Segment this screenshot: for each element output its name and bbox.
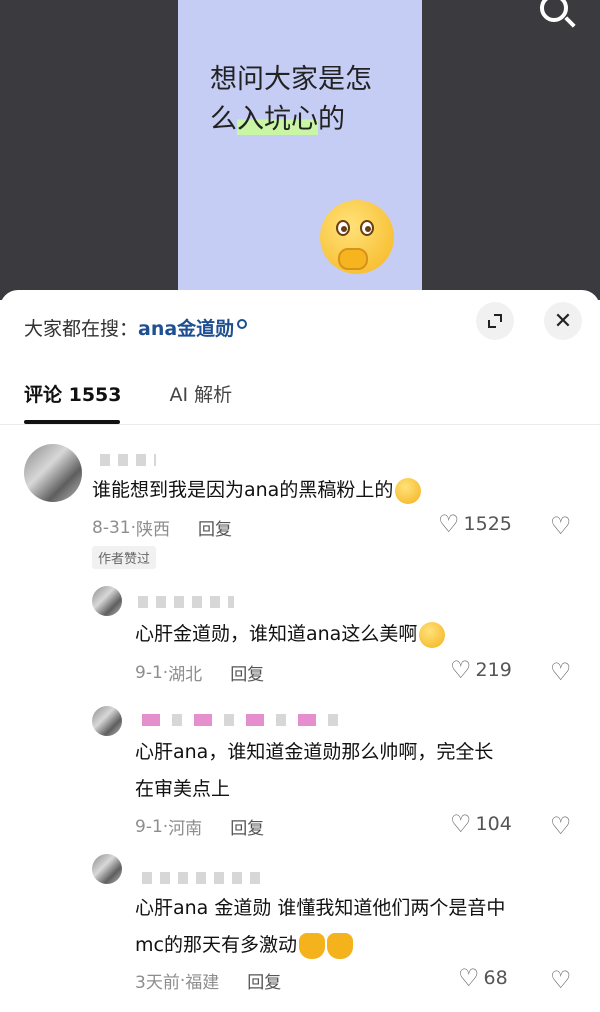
search-icon[interactable] — [540, 0, 568, 22]
pointing-hand-emoji-icon — [326, 932, 353, 959]
comment-text: 心肝金道勋，谁知道ana这么美啊 — [135, 616, 446, 653]
close-button[interactable]: ✕ — [544, 302, 582, 340]
like-button[interactable]: ♡ 104 — [450, 812, 512, 836]
reply-button[interactable]: 回复 — [198, 515, 232, 540]
author-liked-badge: 作者赞过 — [92, 546, 157, 569]
comment-meta: 9-1 · 湖北 回复 — [135, 660, 264, 686]
drooling-face-emoji-icon — [419, 621, 446, 648]
avatar[interactable] — [24, 444, 82, 502]
comment-meta: 3天前 · 福建 回复 — [135, 968, 281, 994]
heart-icon: ♡ — [458, 964, 480, 992]
dislike-icon[interactable]: ♡ — [550, 968, 572, 992]
expand-icon — [488, 314, 502, 328]
dislike-icon[interactable]: ♡ — [550, 514, 572, 538]
heart-icon: ♡ — [450, 810, 472, 838]
dislike-icon[interactable]: ♡ — [550, 660, 572, 684]
comment-text: 谁能想到我是因为ana的黑稿粉上的 — [92, 472, 422, 509]
like-button[interactable]: ♡ 219 — [450, 658, 512, 682]
caption-line-2: 么入坑心的 — [210, 104, 345, 135]
search-icon — [237, 318, 248, 329]
username-pixelated[interactable] — [142, 872, 262, 884]
username-pixelated[interactable] — [100, 454, 156, 466]
comment-text: 心肝ana，谁知道金道勋那么帅啊，完全长 在审美点上 — [135, 741, 494, 800]
reply-button[interactable]: 回复 — [230, 660, 264, 685]
username-pixelated[interactable] — [142, 714, 342, 726]
avatar[interactable] — [92, 586, 122, 616]
search-suggestion-prefix: 大家都在搜： — [24, 318, 139, 340]
avatar[interactable] — [92, 706, 122, 736]
comment-date: 8-31 — [92, 517, 131, 538]
heart-icon: ♡ — [450, 656, 472, 684]
like-button[interactable]: ♡ 68 — [458, 966, 508, 990]
comment-meta: 9-1 · 河南 回复 — [135, 814, 264, 840]
caption-line-1: 想问大家是怎 — [210, 64, 372, 95]
dislike-icon[interactable]: ♡ — [550, 814, 572, 838]
reply-button[interactable]: 回复 — [247, 968, 281, 993]
expand-button[interactable] — [476, 302, 514, 340]
comment-meta: 8-31 · 陕西 回复 — [92, 515, 232, 541]
avatar[interactable] — [92, 854, 122, 884]
thinking-face-icon — [320, 200, 394, 274]
search-suggestion[interactable]: 大家都在搜： ana金道勋 — [24, 314, 248, 341]
tab-bar: 评论 1553 AI 解析 — [24, 380, 232, 407]
tab-ai-analysis[interactable]: AI 解析 — [170, 380, 233, 407]
comment-location: 陕西 — [136, 520, 170, 540]
comment-text: 心肝ana 金道勋 谁懂我知道他们两个是音中 mc的那天有多激动 — [135, 890, 505, 964]
heart-icon: ♡ — [438, 510, 460, 538]
username-pixelated[interactable] — [138, 596, 234, 608]
search-suggestion-keyword[interactable]: ana金道勋 — [138, 314, 234, 341]
reply-button[interactable]: 回复 — [230, 814, 264, 839]
comment-sheet: 大家都在搜： ana金道勋 ✕ 评论 1553 AI 解析 谁能想到我是因为an… — [0, 290, 600, 1012]
video-caption: 想问大家是怎 么入坑心的 — [210, 60, 400, 140]
pointing-hand-emoji-icon — [298, 932, 325, 959]
sweat-smile-emoji-icon — [395, 477, 422, 504]
like-count: 1525 — [463, 513, 512, 535]
tab-comments[interactable]: 评论 1553 — [24, 380, 122, 407]
close-icon: ✕ — [553, 308, 573, 334]
divider — [0, 424, 600, 425]
like-button[interactable]: ♡ 1525 — [438, 512, 512, 536]
